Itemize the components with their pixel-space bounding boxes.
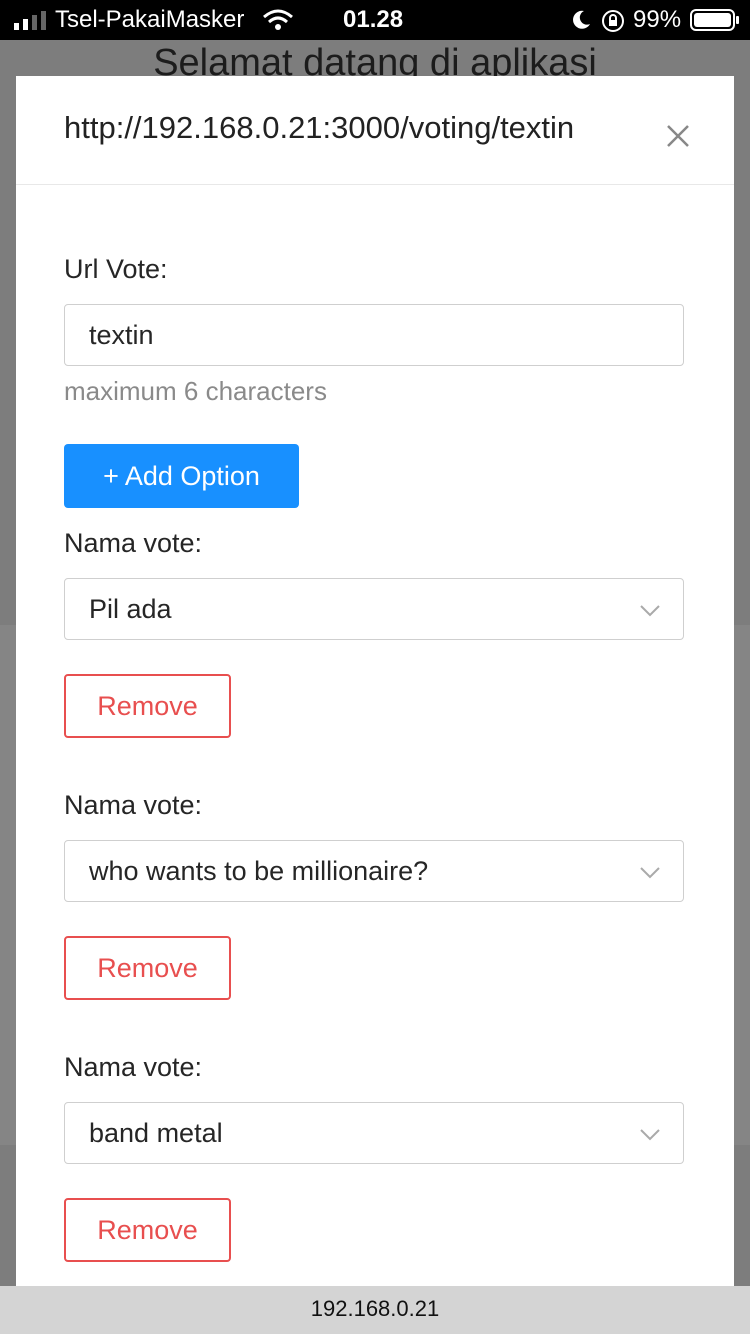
- modal-header: http://192.168.0.21:3000/voting/textin: [16, 76, 734, 185]
- clock: 01.28: [343, 6, 404, 33]
- battery-percent: 99%: [633, 6, 682, 33]
- url-vote-input[interactable]: textin: [64, 304, 684, 366]
- vote-modal: http://192.168.0.21:3000/voting/textin U…: [16, 76, 734, 1286]
- add-option-button[interactable]: + Add Option: [64, 444, 299, 508]
- chevron-down-icon: [640, 867, 660, 879]
- close-icon[interactable]: [662, 120, 694, 152]
- remove-option-button[interactable]: Remove: [64, 936, 231, 1000]
- option-label: Nama vote:: [64, 528, 203, 558]
- remove-option-button[interactable]: Remove: [64, 674, 231, 738]
- option-select-value: band metal: [89, 1118, 223, 1148]
- option-select-value: Pil ada: [89, 594, 172, 624]
- url-vote-hint: maximum 6 characters: [64, 376, 327, 406]
- browser-url-bar[interactable]: 192.168.0.21: [0, 1286, 750, 1334]
- option-label: Nama vote:: [64, 1052, 203, 1082]
- option-select[interactable]: who wants to be millionaire?: [64, 840, 684, 902]
- wifi-icon: [263, 9, 293, 30]
- option-select-value: who wants to be millionaire?: [89, 856, 429, 886]
- option-label: Nama vote:: [64, 790, 203, 820]
- remove-option-button[interactable]: Remove: [64, 1198, 231, 1262]
- chevron-down-icon: [640, 1129, 660, 1141]
- url-vote-label: Url Vote:: [64, 254, 168, 284]
- modal-title: http://192.168.0.21:3000/voting/textin: [64, 110, 575, 145]
- moon-icon: [573, 10, 590, 29]
- battery-icon: [690, 9, 739, 31]
- signal-icon: [14, 11, 46, 30]
- chevron-down-icon: [640, 605, 660, 617]
- option-select[interactable]: Pil ada: [64, 578, 684, 640]
- carrier-name: Tsel-PakaiMasker: [55, 6, 245, 33]
- option-select[interactable]: band metal: [64, 1102, 684, 1164]
- rotation-lock-icon: [602, 10, 624, 32]
- status-bar: Tsel-PakaiMasker 01.28 99%: [0, 0, 750, 40]
